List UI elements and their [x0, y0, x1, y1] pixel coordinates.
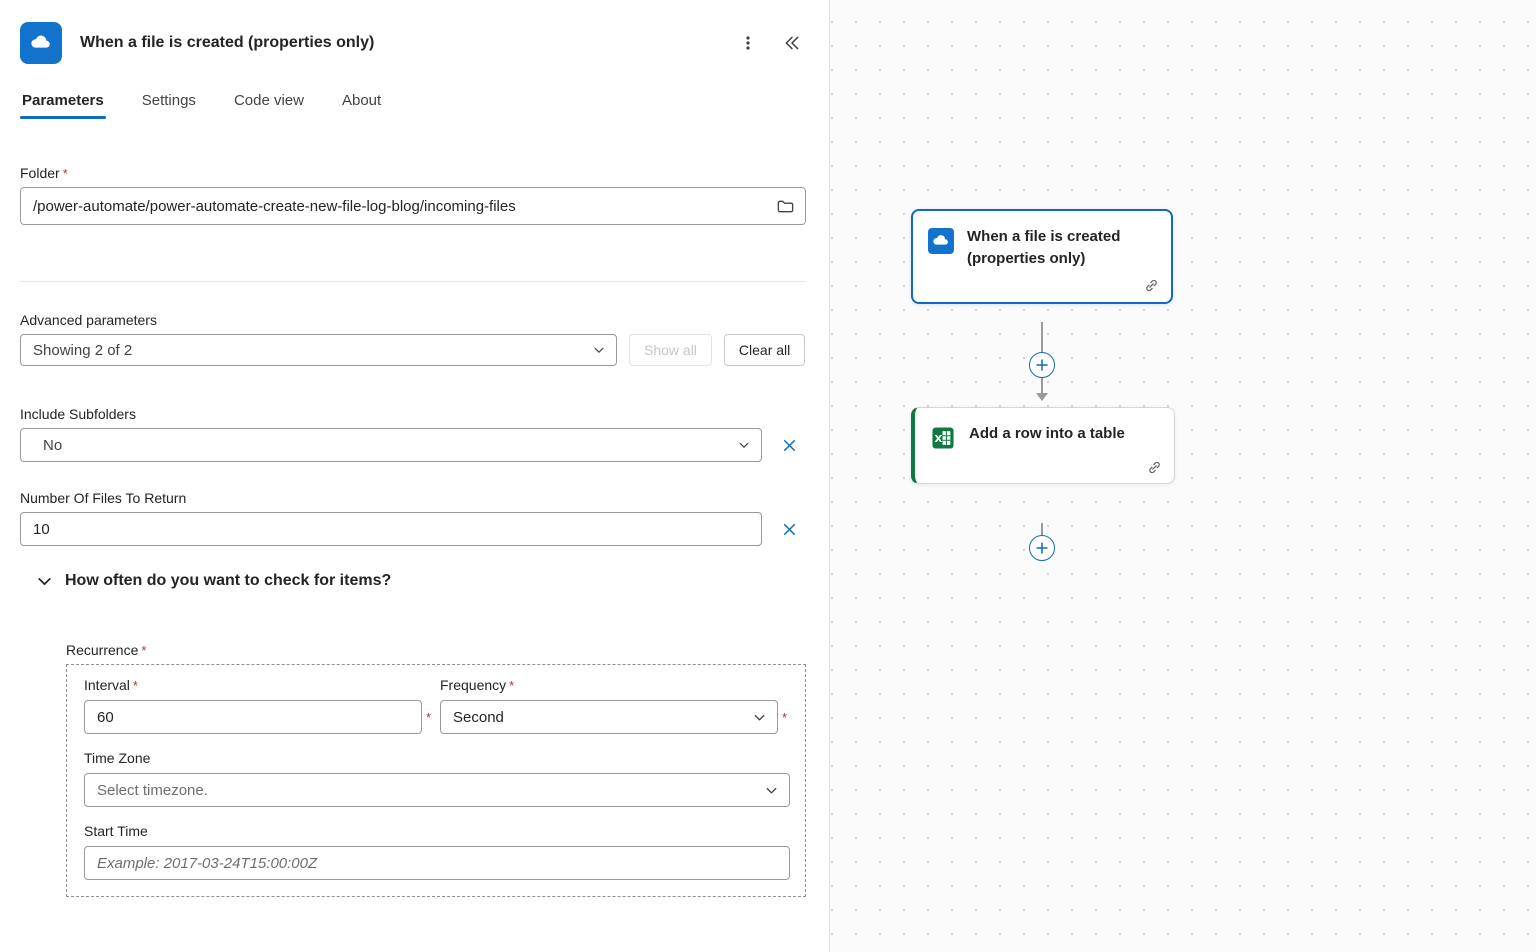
panel-title: When a file is created (properties only)	[80, 34, 374, 52]
required-mark: *	[63, 166, 68, 181]
recurrence-group: Recurrence* Interval* * Frequency*	[66, 642, 806, 897]
panel-tabs: Parameters Settings Code view About	[20, 88, 806, 119]
onedrive-icon	[20, 22, 62, 64]
files-to-return-label: Number Of Files To Return	[20, 490, 806, 506]
excel-icon: X	[930, 425, 956, 451]
collapse-panel-button[interactable]	[778, 29, 806, 57]
timezone-field-block: Time Zone Select timezone.	[84, 750, 790, 807]
connector-arrow	[1036, 393, 1048, 401]
trigger-card[interactable]: When a file is created (properties only)	[911, 209, 1173, 304]
start-time-input[interactable]	[84, 846, 790, 880]
remove-include-subfolders-button[interactable]	[776, 432, 802, 458]
frequency-label: Frequency*	[440, 677, 514, 693]
plus-icon	[1035, 358, 1049, 372]
include-subfolders-value: No	[33, 437, 62, 454]
required-mark: *	[426, 710, 434, 725]
insert-step-button[interactable]	[1029, 352, 1055, 378]
start-time-label: Start Time	[84, 823, 148, 839]
tab-code-view[interactable]: Code view	[232, 88, 306, 119]
frequency-field-block: Frequency* Second *	[440, 677, 790, 734]
required-mark: *	[141, 643, 146, 658]
required-mark: *	[782, 710, 790, 725]
frequency-dropdown[interactable]: Second	[440, 700, 778, 734]
browse-folder-button[interactable]	[770, 191, 800, 221]
interval-field-block: Interval* *	[84, 677, 434, 734]
chevron-down-icon	[737, 438, 751, 452]
files-to-return-block: Number Of Files To Return	[20, 490, 806, 546]
folder-label: Folder*	[20, 165, 806, 181]
include-subfolders-dropdown[interactable]: No	[20, 428, 762, 462]
folder-icon	[776, 197, 795, 216]
start-time-field-block: Start Time	[84, 823, 790, 880]
chevron-down-icon	[752, 710, 767, 725]
recurrence-editor: Interval* * Frequency* Second	[66, 664, 806, 897]
show-all-button[interactable]: Show all	[629, 334, 712, 366]
remove-files-to-return-button[interactable]	[776, 516, 802, 542]
section-divider	[20, 281, 806, 282]
include-subfolders-block: Include Subfolders No	[20, 406, 806, 462]
chevron-down-icon	[36, 573, 53, 590]
plus-icon	[1035, 541, 1049, 555]
timezone-label: Time Zone	[84, 750, 150, 766]
advanced-parameters-dropdown[interactable]: Showing 2 of 2	[20, 334, 617, 366]
action-card-title: Add a row into a table	[969, 423, 1125, 445]
tab-about[interactable]: About	[340, 88, 383, 119]
files-to-return-input[interactable]	[20, 512, 762, 546]
timezone-dropdown[interactable]: Select timezone.	[84, 773, 790, 807]
recurrence-section-title: How often do you want to check for items…	[65, 572, 391, 590]
action-card[interactable]: X Add a row into a table	[911, 407, 1175, 484]
double-chevron-left-icon	[783, 34, 801, 52]
required-mark: *	[509, 678, 514, 693]
folder-field-block: Folder*	[20, 165, 806, 225]
frequency-value: Second	[453, 709, 504, 726]
flow-canvas[interactable]: When a file is created (properties only)…	[830, 0, 1536, 952]
tab-parameters[interactable]: Parameters	[20, 88, 106, 119]
chevron-down-icon	[592, 343, 606, 357]
panel-header-actions	[734, 29, 806, 57]
link-icon	[1144, 278, 1159, 293]
add-step-button[interactable]	[1029, 535, 1055, 561]
chevron-down-icon	[764, 783, 779, 798]
advanced-parameters-label: Advanced parameters	[20, 312, 806, 328]
include-subfolders-label: Include Subfolders	[20, 406, 806, 422]
more-vertical-icon	[740, 35, 756, 51]
required-mark: *	[133, 678, 138, 693]
onedrive-icon	[928, 228, 954, 254]
panel-header: When a file is created (properties only)	[20, 0, 806, 64]
recurrence-label: Recurrence*	[66, 642, 806, 658]
app-root: When a file is created (properties only)…	[0, 0, 1536, 952]
dismiss-icon	[781, 437, 798, 454]
timezone-placeholder: Select timezone.	[97, 782, 208, 799]
clear-all-button[interactable]: Clear all	[724, 334, 805, 366]
folder-input[interactable]	[20, 187, 806, 225]
svg-text:X: X	[935, 434, 943, 445]
dismiss-icon	[781, 521, 798, 538]
advanced-dropdown-value: Showing 2 of 2	[33, 342, 132, 359]
more-menu-button[interactable]	[734, 29, 762, 57]
trigger-config-panel: When a file is created (properties only)…	[0, 0, 830, 952]
tab-settings[interactable]: Settings	[140, 88, 198, 119]
recurrence-section-toggle[interactable]: How often do you want to check for items…	[36, 572, 391, 590]
trigger-card-title: When a file is created (properties only)	[967, 226, 1157, 270]
link-icon	[1147, 460, 1162, 475]
interval-input[interactable]	[84, 700, 422, 734]
interval-label: Interval*	[84, 677, 138, 693]
advanced-parameters-block: Advanced parameters Showing 2 of 2 Show …	[20, 312, 806, 366]
